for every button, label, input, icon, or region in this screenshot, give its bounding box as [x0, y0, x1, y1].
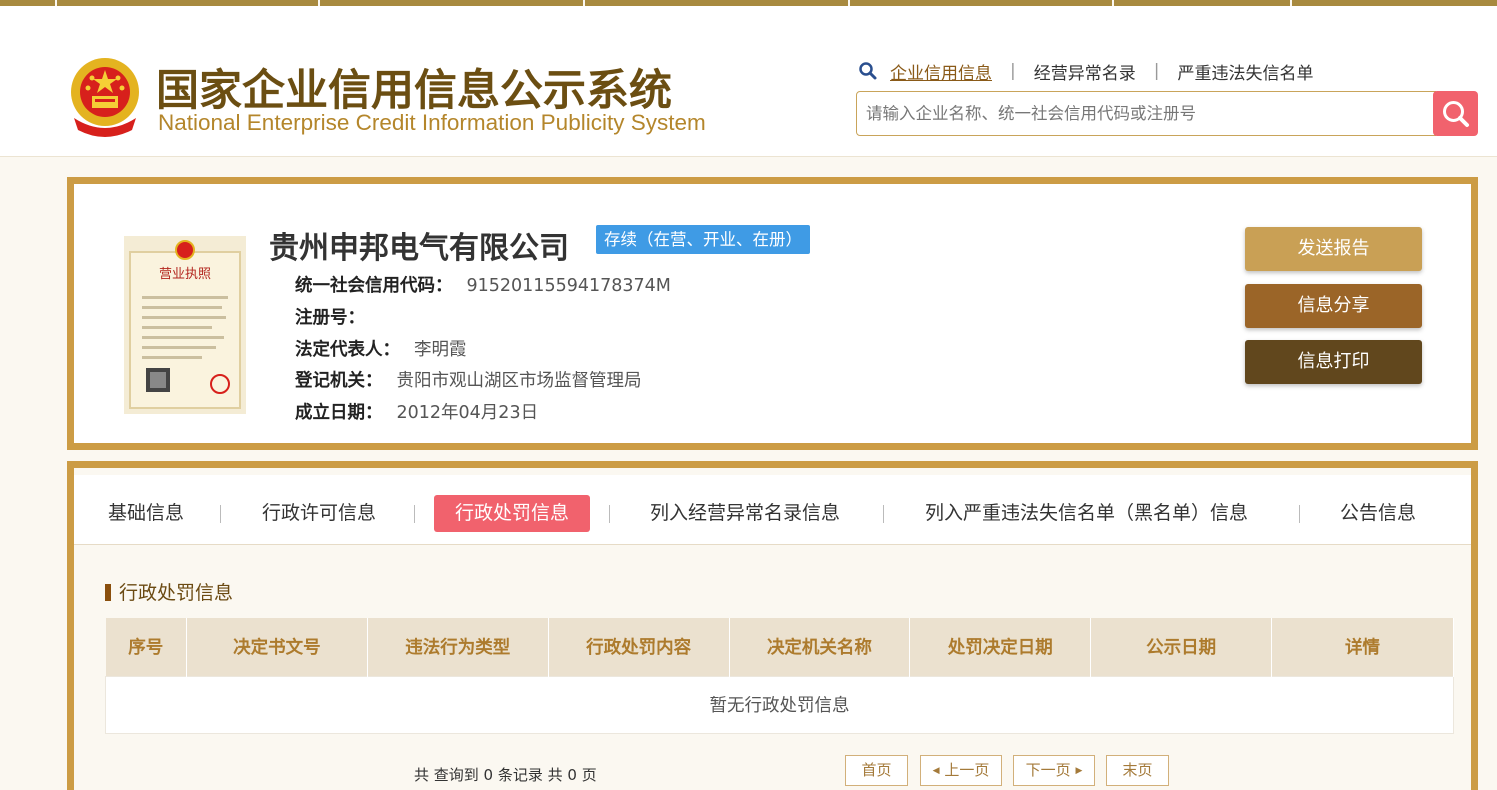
- info-label: 登记机关：: [295, 371, 383, 391]
- info-tabs: 基础信息 行政许可信息 行政处罚信息 列入经营异常名录信息 列入严重违法失信名单…: [74, 475, 1471, 545]
- site-logo-subtitle: National Enterprise Credit Information P…: [158, 110, 706, 135]
- license-title-text: 营业执照: [159, 267, 211, 282]
- search-box: [856, 91, 1436, 136]
- column-header: 行政处罚内容: [548, 618, 730, 676]
- empty-message: 暂无行政处罚信息: [105, 675, 1454, 734]
- tab-divider: [883, 505, 884, 523]
- penalty-table: 序号 决定书文号 违法行为类型 行政处罚内容 决定机关名称 处罚决定日期 公示日…: [105, 618, 1454, 734]
- tab-abnormal-list[interactable]: 列入经营异常名录信息: [650, 495, 840, 532]
- tab-divider: [414, 505, 415, 523]
- table-header-row: 序号 决定书文号 违法行为类型 行政处罚内容 决定机关名称 处罚决定日期 公示日…: [105, 618, 1454, 676]
- tab-divider: [609, 505, 610, 523]
- table-row: 暂无行政处罚信息: [105, 675, 1454, 734]
- search-button[interactable]: [1433, 91, 1478, 136]
- tab-divider: [220, 505, 221, 523]
- column-header: 决定书文号: [186, 618, 368, 676]
- section-marker: [105, 584, 111, 601]
- send-report-button[interactable]: 发送报告: [1245, 227, 1422, 271]
- company-card: 营业执照 贵州申邦电气有限公司 存续（在营、开业、在册） 统一社会信用代码： 91…: [67, 177, 1478, 450]
- info-value: 2012年04月23日: [396, 403, 539, 423]
- search-tab-abnormal-list[interactable]: 经营异常名录: [1034, 59, 1136, 84]
- tab-admin-penalty[interactable]: 行政处罚信息: [434, 495, 591, 532]
- info-value: 李明霞: [414, 340, 467, 360]
- next-page-label: 下一页: [1025, 761, 1071, 779]
- tab-basic-info[interactable]: 基础信息: [108, 495, 184, 532]
- last-page-button[interactable]: 末页: [1106, 755, 1169, 786]
- info-value: 贵阳市观山湖区市场监督管理局: [396, 371, 642, 391]
- section-title-text: 行政处罚信息: [119, 582, 234, 604]
- tab-blacklist[interactable]: 列入严重违法失信名单（黑名单）信息: [925, 495, 1248, 532]
- site-logo-title: 国家企业信用信息公示系统: [156, 66, 672, 116]
- first-page-button[interactable]: 首页: [845, 755, 908, 786]
- tab-separator: |: [1153, 61, 1160, 81]
- detail-panel: 基础信息 行政许可信息 行政处罚信息 列入经营异常名录信息 列入严重违法失信名单…: [67, 461, 1478, 790]
- business-license-image[interactable]: 营业执照: [124, 236, 246, 414]
- info-reg-authority: 登记机关： 贵阳市观山湖区市场监督管理局: [295, 367, 642, 392]
- column-header: 处罚决定日期: [909, 618, 1092, 676]
- tab-announcements[interactable]: 公告信息: [1340, 495, 1416, 532]
- info-value: 9152011559417837​4M: [466, 276, 671, 296]
- share-info-button[interactable]: 信息分享: [1245, 284, 1422, 328]
- info-label: 成立日期：: [295, 403, 383, 423]
- search-tab-credit-info[interactable]: 企业信用信息: [890, 59, 992, 84]
- pager-summary: 共 查询到 0 条记录 共 0 页: [414, 766, 597, 784]
- national-emblem-icon: [71, 58, 139, 137]
- company-name: 贵州申邦电气有限公司: [269, 231, 569, 266]
- search-tab-blacklist[interactable]: 严重违法失信名单: [1177, 59, 1313, 84]
- search-input[interactable]: [857, 92, 1435, 135]
- site-header: 国家企业信用信息公示系统 National Enterprise Credit …: [0, 6, 1497, 157]
- column-header: 详情: [1271, 618, 1454, 676]
- search-icon: [859, 62, 877, 80]
- section-title: 行政处罚信息: [105, 578, 233, 605]
- info-label: 统一社会信用代码：: [295, 276, 453, 296]
- info-legal-rep: 法定代表人： 李明霞: [295, 336, 467, 361]
- column-header: 公示日期: [1090, 618, 1273, 676]
- search-type-tabs: 企业信用信息 | 经营异常名录 | 严重违法失信名单: [858, 59, 1313, 84]
- info-credit-code: 统一社会信用代码： 9152011559417837​4M: [295, 272, 671, 297]
- info-label: 法定代表人：: [295, 340, 400, 360]
- chevron-right-icon: ▶: [1075, 766, 1083, 776]
- column-header: 序号: [105, 618, 187, 676]
- info-label: 注册号：: [295, 308, 365, 328]
- print-info-button[interactable]: 信息打印: [1245, 340, 1422, 384]
- tab-separator: |: [1010, 61, 1016, 81]
- prev-page-button[interactable]: ◀ 上一页: [920, 755, 1002, 786]
- next-page-button[interactable]: 下一页 ▶: [1013, 755, 1095, 786]
- tab-divider: [1299, 505, 1300, 523]
- company-status-badge: 存续（在营、开业、在册）: [596, 225, 810, 254]
- info-established-date: 成立日期： 2012年04月23日: [295, 399, 538, 424]
- column-header: 违法行为类型: [367, 618, 549, 676]
- column-header: 决定机关名称: [729, 618, 911, 676]
- tab-admin-license[interactable]: 行政许可信息: [262, 495, 376, 532]
- chevron-left-icon: ◀: [932, 766, 940, 776]
- info-reg-number: 注册号：: [295, 304, 379, 329]
- search-icon: [1442, 100, 1469, 127]
- prev-page-label: 上一页: [944, 761, 990, 779]
